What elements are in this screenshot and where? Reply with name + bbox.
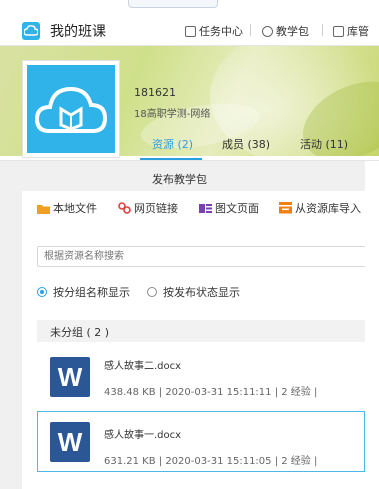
browser-tab-fragment[interactable] (128, 0, 218, 8)
nav-library[interactable]: 库管 (333, 23, 369, 39)
app-header: 我的班课 任务中心 教学包 库管 (0, 12, 379, 46)
display-by-status-label: 按发布状态显示 (163, 286, 240, 299)
display-by-group-option[interactable]: 按分组名称显示 (37, 284, 130, 300)
nav-task-center-label: 任务中心 (199, 25, 243, 38)
nav-task-center[interactable]: 任务中心 (185, 23, 243, 39)
add-image-text-page-button[interactable]: 图文页面 (199, 200, 259, 216)
resource-search-input[interactable] (37, 246, 365, 267)
resource-list-item[interactable]: W 感人故事一.docx 631.21 KB | 2020-03-31 15:1… (37, 411, 365, 472)
cloud-logo-icon (22, 22, 40, 40)
resource-list-item[interactable]: W 感人故事二.docx 438.48 KB | 2020-03-31 15:1… (37, 349, 365, 409)
class-tabs: 资源 (2) 成员 (38) 活动 (11) (0, 126, 379, 160)
file-name[interactable]: 感人故事二.docx (104, 357, 181, 372)
group-label: 未分组 ( 2 ) (50, 326, 110, 339)
task-icon (185, 25, 196, 37)
import-icon (279, 202, 292, 214)
import-from-library-button[interactable]: 从资源库导入 (279, 200, 361, 216)
radio-checked-icon (37, 287, 47, 297)
upload-local-file-label: 本地文件 (53, 202, 97, 215)
file-meta: 438.48 KB | 2020-03-31 15:11:11 | 2 经验 | (104, 387, 318, 398)
file-meta: 631.21 KB | 2020-03-31 15:11:05 | 2 经验 | (104, 456, 318, 467)
package-icon (262, 25, 273, 37)
link-icon (118, 202, 131, 214)
folder-icon (37, 204, 50, 214)
class-name: 18高职学测-网络 (134, 109, 211, 120)
file-name[interactable]: 感人故事一.docx (104, 426, 181, 441)
class-code: 181621 (134, 86, 176, 99)
tab-activities[interactable]: 活动 (11) (300, 136, 348, 152)
nav-library-label: 库管 (347, 25, 369, 38)
nav-teaching-package[interactable]: 教学包 (262, 23, 309, 39)
browser-top-strip (0, 0, 379, 12)
panel-title: 发布教学包 (152, 173, 207, 186)
upload-local-file-button[interactable]: 本地文件 (37, 200, 97, 216)
add-web-link-label: 网页链接 (134, 202, 178, 215)
nav-teaching-package-label: 教学包 (276, 25, 309, 38)
display-by-group-label: 按分组名称显示 (53, 286, 130, 299)
import-from-library-label: 从资源库导入 (295, 202, 361, 215)
display-by-status-option[interactable]: 按发布状态显示 (147, 284, 240, 300)
nav-divider (250, 24, 251, 36)
nav-divider (322, 24, 323, 36)
word-document-icon: W (50, 422, 90, 462)
add-web-link-button[interactable]: 网页链接 (118, 200, 178, 216)
add-image-text-page-label: 图文页面 (215, 202, 259, 215)
tab-members[interactable]: 成员 (38) (222, 136, 270, 152)
radio-unchecked-icon (147, 287, 157, 297)
app-title: 我的班课 (50, 24, 106, 40)
tab-resources[interactable]: 资源 (2) (152, 136, 193, 152)
word-document-icon: W (50, 357, 90, 397)
library-icon (333, 25, 344, 37)
image-text-icon (199, 203, 212, 213)
